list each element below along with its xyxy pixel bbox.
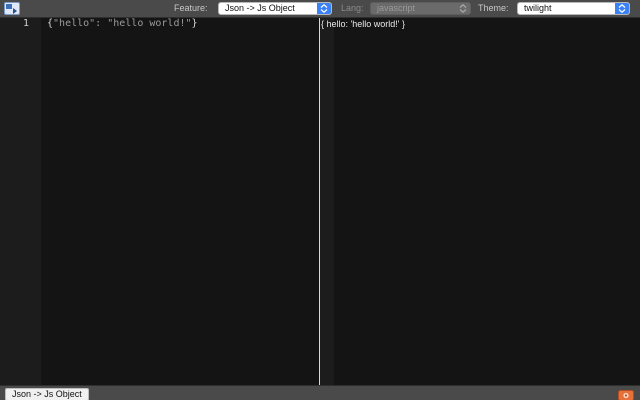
app-icon[interactable] (4, 2, 20, 15)
output-editor[interactable]: { hello: 'hello world!' } (320, 18, 640, 385)
feature-label: Feature: (174, 3, 208, 13)
close-brace: } (191, 18, 198, 29)
output-line[interactable]: { hello: 'hello world!' } (321, 18, 405, 30)
lang-label: Lang: (341, 3, 364, 13)
lang-select: javascript (370, 2, 471, 15)
chevron-updown-icon (615, 3, 629, 14)
code-line[interactable]: {"hello": "hello world!"} (47, 18, 198, 30)
output-gutter (320, 18, 334, 385)
app-window: Feature: Json -> Js Object Lang: javascr… (0, 0, 640, 400)
feature-select-value: Json -> Js Object (225, 3, 295, 13)
line-number-gutter: 1 (0, 18, 41, 385)
lang-select-value: javascript (377, 3, 416, 13)
status-bar: Json -> Js Object (0, 385, 640, 400)
theme-label: Theme: (478, 3, 509, 13)
line-number: 1 (22, 18, 29, 29)
code-content: "hello": "hello world!" (53, 18, 192, 29)
theme-select[interactable]: twilight (517, 2, 630, 15)
input-editor[interactable]: 1 {"hello": "hello world!"} (0, 18, 319, 385)
toolbar: Feature: Json -> Js Object Lang: javascr… (0, 0, 640, 18)
mode-button[interactable]: Json -> Js Object (5, 388, 89, 400)
orange-badge-icon[interactable] (618, 388, 634, 400)
chevron-updown-icon (317, 3, 331, 14)
theme-select-value: twilight (524, 3, 552, 13)
chevron-updown-icon (456, 3, 470, 14)
feature-select[interactable]: Json -> Js Object (218, 2, 332, 15)
